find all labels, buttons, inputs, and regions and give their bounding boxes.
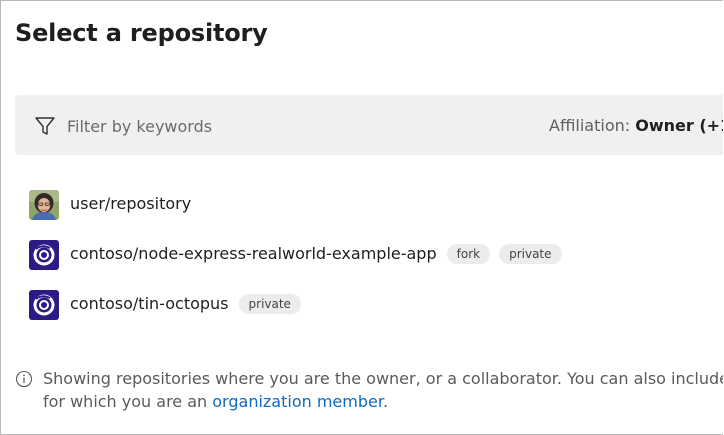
repository-picker-panel: Select a repository Affiliation: Owner (… [0, 0, 723, 435]
repository-item[interactable]: contoso/node-express-realworld-example-a… [29, 239, 723, 289]
filter-keywords-input[interactable] [67, 113, 367, 139]
info-icon [15, 370, 33, 388]
user-photo-avatar [29, 190, 59, 220]
affiliation-dropdown[interactable]: Affiliation: Owner (+1) [549, 116, 723, 135]
info-line-2-text: for which you are an [43, 392, 213, 411]
repository-name: contoso/node-express-realworld-example-a… [70, 244, 437, 263]
repository-name: contoso/tin-octopus [70, 294, 229, 313]
info-text: Showing repositories where you are the o… [43, 367, 723, 413]
org-logo-avatar [29, 290, 59, 320]
filter-icon [35, 117, 55, 135]
info-line-2-end: . [382, 392, 389, 411]
fork-badge: fork [446, 244, 491, 264]
private-badge: private [499, 244, 562, 264]
org-logo-avatar [29, 240, 59, 270]
filter-bar: Affiliation: Owner (+1) [15, 95, 723, 155]
organization-member-link[interactable]: organization member [212, 392, 383, 411]
info-line-1: Showing repositories where you are the o… [43, 369, 723, 388]
page-title: Select a repository [15, 19, 268, 47]
repository-item[interactable]: user/repository [29, 189, 723, 239]
private-badge: private [238, 294, 301, 314]
affiliation-value: Owner (+1) [635, 116, 723, 135]
repository-list: user/repository contoso/node-express-rea… [29, 189, 723, 339]
info-line-2: for which you are an organization member… [43, 390, 723, 413]
affiliation-label: Affiliation: [549, 116, 631, 135]
repository-name: user/repository [70, 194, 192, 213]
repository-item[interactable]: contoso/tin-octopus private [29, 289, 723, 339]
